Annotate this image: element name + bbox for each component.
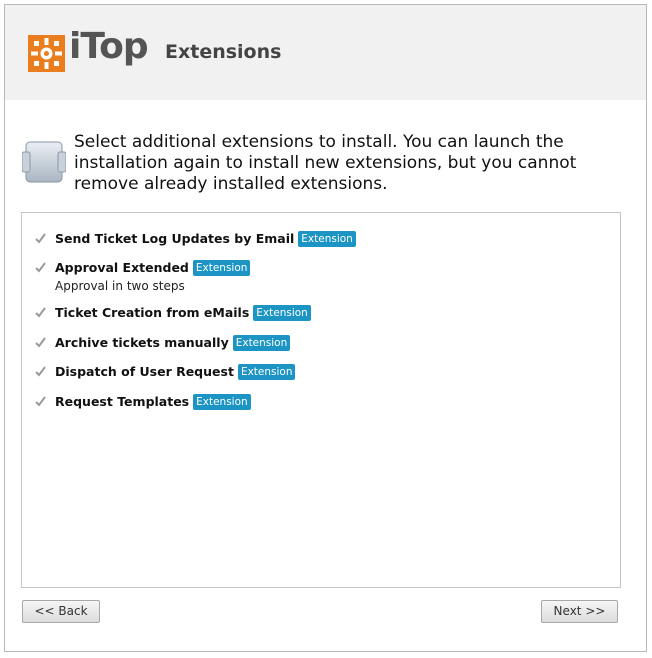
checkbox-checked-icon[interactable] xyxy=(34,365,47,378)
extension-name: Archive tickets manually xyxy=(55,335,229,350)
checkbox-checked-icon[interactable] xyxy=(34,395,47,408)
extension-label: Archive tickets manually Extension xyxy=(55,335,291,351)
extension-name: Request Templates xyxy=(55,394,190,409)
back-button[interactable]: << Back xyxy=(22,600,100,623)
extension-badge: Extension xyxy=(253,305,311,321)
extension-badge: Extension xyxy=(237,364,296,380)
checkbox-checked-icon[interactable] xyxy=(34,232,47,245)
extension-badge: Extension xyxy=(192,260,251,276)
page-title: Extensions xyxy=(165,41,282,63)
extension-badge: Extension xyxy=(232,335,291,351)
extension-badge: Extension xyxy=(193,394,251,410)
extension-name: Ticket Creation from eMails xyxy=(55,305,250,320)
extension-label: Dispatch of User Request Extension xyxy=(55,364,296,380)
logo-text: iTop xyxy=(69,26,149,67)
extension-name: Send Ticket Log Updates by Email xyxy=(55,231,295,246)
header: iTop Extensions xyxy=(5,5,646,100)
extension-label: Send Ticket Log Updates by Email Extensio… xyxy=(55,231,356,247)
extension-list: Send Ticket Log Updates by Email Extensio… xyxy=(21,212,621,588)
next-button[interactable]: Next >> xyxy=(541,600,618,623)
extension-name: Dispatch of User Request xyxy=(55,364,234,379)
extension-name: Approval Extended xyxy=(55,260,189,275)
checkbox-checked-icon[interactable] xyxy=(34,306,47,319)
extension-badge: Extension xyxy=(298,231,356,247)
extension-label: Ticket Creation from eMails Extension xyxy=(55,305,311,321)
refresh-icon xyxy=(21,140,67,184)
extension-description: Approval in two steps xyxy=(55,279,185,293)
checkbox-checked-icon[interactable] xyxy=(34,336,47,349)
checkbox-checked-icon[interactable] xyxy=(34,261,47,274)
itop-logo: iTop xyxy=(28,26,149,76)
extension-label: Request Templates Extension xyxy=(55,394,251,410)
itop-logo-mark-icon xyxy=(28,35,65,72)
extension-label: Approval Extended Extension xyxy=(55,260,251,276)
intro-text: Select additional extensions to install.… xyxy=(74,132,577,194)
